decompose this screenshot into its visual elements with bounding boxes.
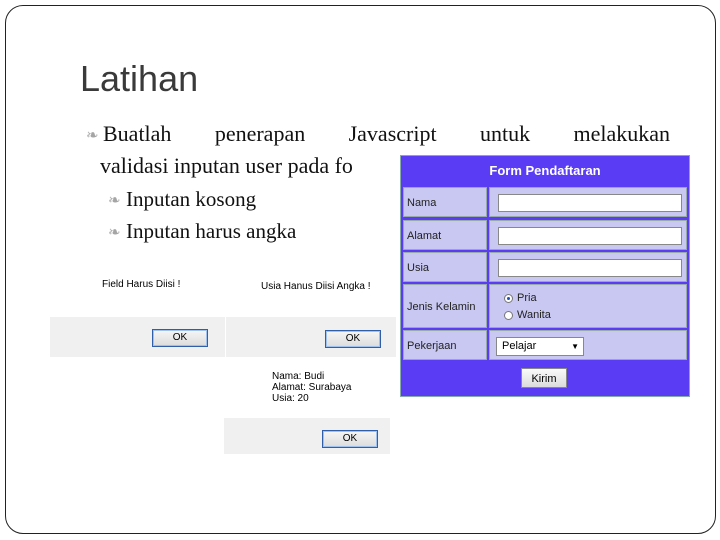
sub-bullet-icon: ❧: [108, 193, 121, 209]
bullet-main-line2: validasi inputan user pada fo: [100, 153, 353, 178]
registration-form: Form Pendaftaran Nama Alamat Usia Jenis …: [400, 155, 690, 397]
ok-button[interactable]: OK: [322, 430, 378, 448]
row-usia: Usia: [403, 252, 687, 282]
kirim-button[interactable]: Kirim: [521, 368, 567, 388]
row-alamat: Alamat: [403, 220, 687, 250]
bullet-word: melakukan: [573, 121, 671, 146]
alert-message: Usia Hanus Diisi Angka !: [261, 281, 371, 292]
label-usia: Usia: [403, 252, 487, 282]
bullet-word: untuk: [479, 121, 531, 146]
gender-label-pria: Pria: [517, 292, 537, 304]
pekerjaan-value: Pelajar: [502, 340, 537, 352]
label-pekerjaan: Pekerjaan: [403, 330, 487, 360]
row-nama: Nama: [403, 187, 687, 217]
label-jenis-kelamin: Jenis Kelamin: [403, 284, 487, 328]
bullet-main-line1: Buatlah penerapan Javascript untuk melak…: [103, 121, 670, 147]
ok-button[interactable]: OK: [325, 330, 381, 348]
label-nama: Nama: [403, 187, 487, 217]
bullet-word: penerapan: [214, 121, 306, 146]
nama-input[interactable]: [498, 194, 682, 212]
alamat-input[interactable]: [498, 227, 682, 245]
sub-bullet-number: Inputan harus angka: [126, 219, 297, 243]
gender-label-wanita: Wanita: [517, 309, 551, 321]
row-jenis-kelamin: Jenis Kelamin Pria Wanita: [403, 284, 687, 328]
form-title: Form Pendaftaran: [489, 163, 601, 178]
usia-input[interactable]: [498, 259, 682, 277]
bullet-word: Javascript: [348, 121, 437, 146]
label-alamat: Alamat: [403, 220, 487, 250]
gender-radio-pria[interactable]: [504, 294, 513, 303]
sub-bullet-empty: Inputan kosong: [126, 187, 257, 211]
row-pekerjaan: Pekerjaan Pelajar ▼: [403, 330, 687, 360]
alert-message: Nama: Budi Alamat: Surabaya Usia: 20: [272, 371, 352, 404]
slide-title: Latihan: [80, 58, 199, 99]
ok-button[interactable]: OK: [152, 329, 208, 347]
bullet-word: Buatlah: [103, 121, 172, 146]
alert-message: Field Harus Diisi !: [102, 279, 181, 290]
gender-radio-wanita[interactable]: [504, 311, 513, 320]
pekerjaan-select[interactable]: Pelajar ▼: [496, 337, 584, 356]
chevron-down-icon: ▼: [571, 342, 579, 351]
bullet-icon: ❧: [86, 128, 99, 144]
sub-bullet-icon: ❧: [108, 225, 121, 241]
